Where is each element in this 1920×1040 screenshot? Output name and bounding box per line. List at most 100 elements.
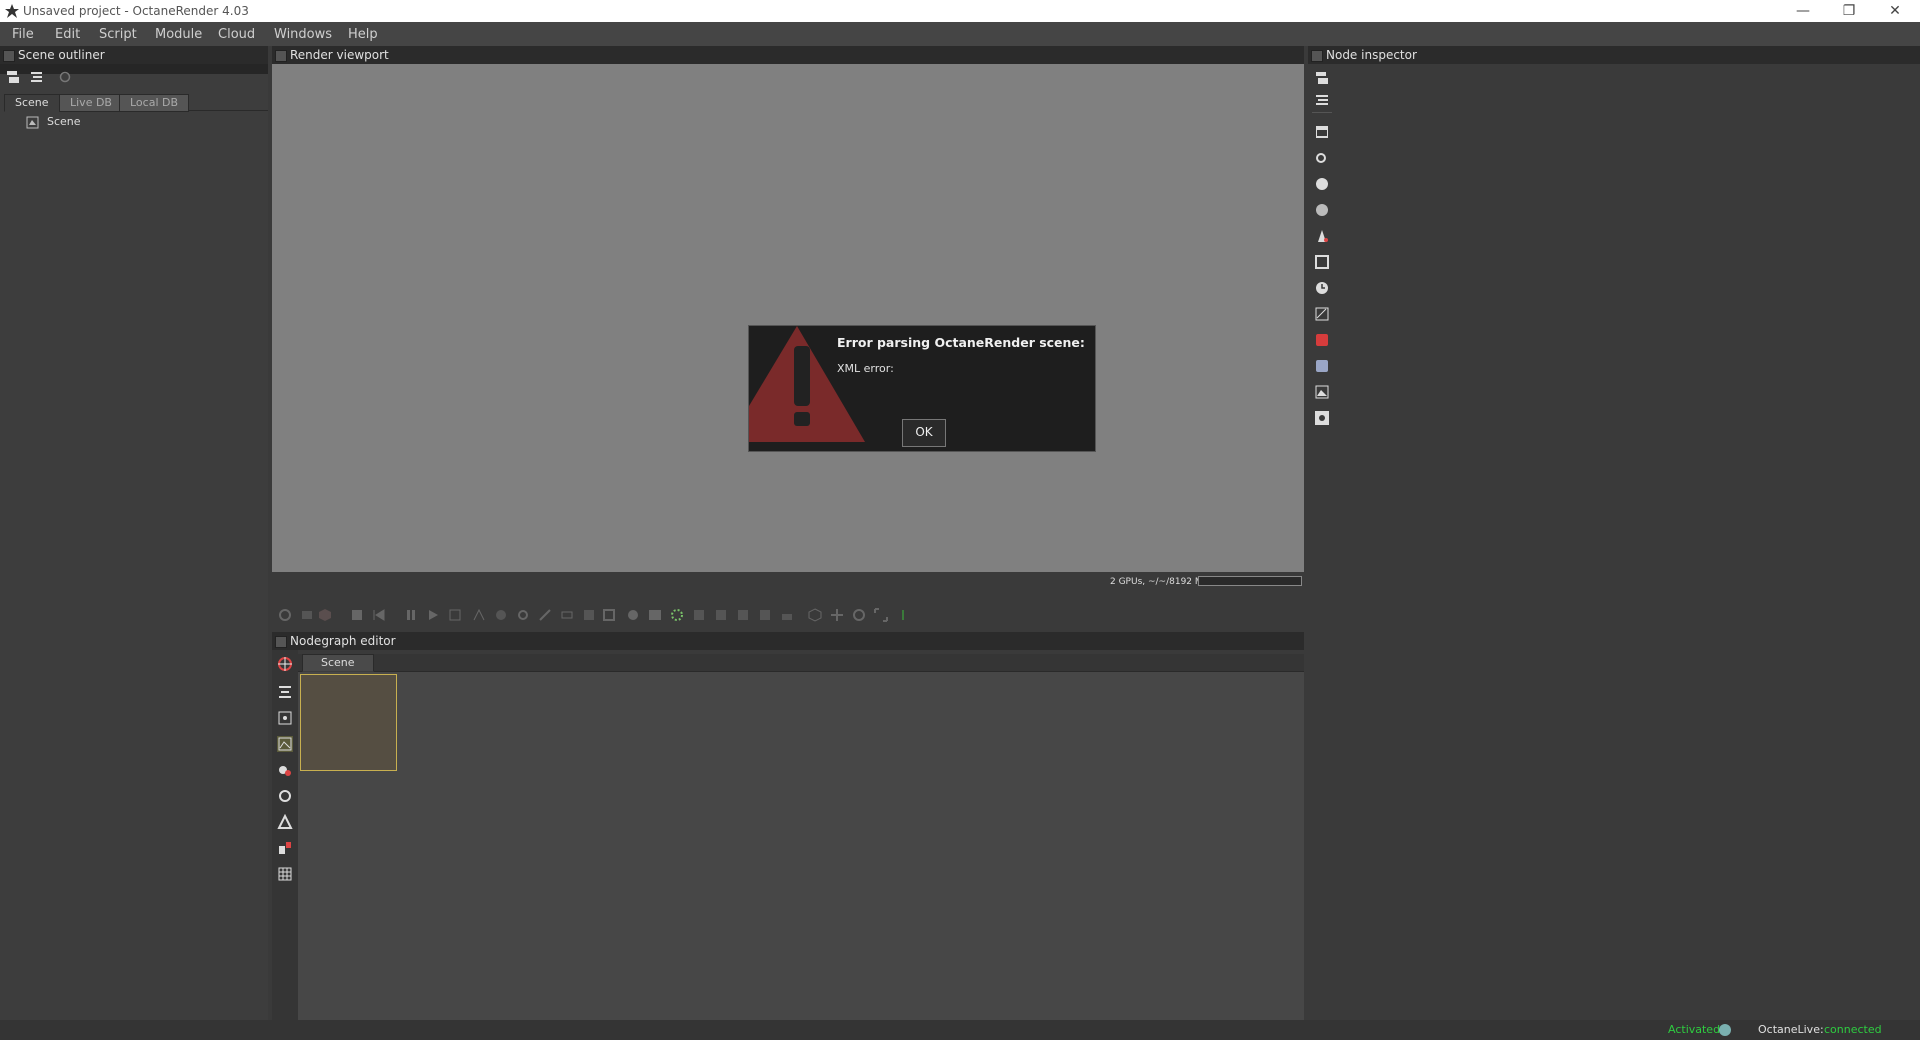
panel-toggle-icon[interactable] [275,50,287,62]
restore-icon[interactable]: ❐ [1826,0,1872,22]
scene-outliner-panel: Scene outliner Scene Live DB Local DB Sc… [0,46,268,1020]
minimize-icon[interactable]: — [1780,0,1826,22]
ok-button[interactable]: OK [902,419,946,447]
nodegraph-tab-scene[interactable]: Scene [302,654,374,672]
close-icon[interactable]: ✕ [1872,0,1918,22]
sub-sampling-icon[interactable] [648,608,662,622]
recenter-icon[interactable] [277,656,293,672]
title-bar: Unsaved project - OctaneRender 4.03 — ❐ … [0,0,1920,22]
geometry-node-icon[interactable] [277,788,293,804]
render-canvas[interactable] [272,64,1304,572]
expand-icon[interactable] [1314,70,1330,86]
geometry-icon[interactable] [1314,358,1330,374]
object-picker-icon[interactable] [538,608,552,622]
nodegraph-header: Nodegraph editor [272,632,1304,650]
nodegraph-tabs: Scene [298,654,1304,672]
nodegraph-title: Nodegraph editor [290,634,396,648]
copy-to-clipboard-icon[interactable] [692,608,706,622]
light-icon[interactable] [1314,410,1330,426]
arrange-nodes-icon[interactable] [277,684,293,700]
menu-edit[interactable]: Edit [55,27,80,42]
tab-live-db[interactable]: Live DB [59,94,123,112]
mesh-icon[interactable] [1314,332,1330,348]
octanelive-status: connected [1824,1023,1882,1036]
animation-settings-icon[interactable] [1314,280,1330,296]
gizmo-icon[interactable] [808,608,822,622]
background-image-icon[interactable] [758,608,772,622]
lock-viewport-icon[interactable] [582,608,596,622]
status-bar: Activated OctaneLive: connected [0,1020,1920,1040]
menu-file[interactable]: File [12,27,34,42]
globe-icon [1719,1024,1731,1036]
node-inspector-panel: Node inspector [1308,46,1920,1020]
scale-icon[interactable] [874,608,888,622]
camera-icon[interactable] [1314,150,1330,166]
camera-target-icon[interactable] [560,608,574,622]
decal-wireframe-icon[interactable] [670,608,684,622]
render-viewport-header: Render viewport [272,46,1304,64]
play-icon[interactable] [426,608,440,622]
visible-environment-icon[interactable] [1314,202,1330,218]
texture-node-icon[interactable] [277,814,293,830]
white-balance-icon[interactable] [494,608,508,622]
cube-icon[interactable] [318,608,332,622]
render-target-icon[interactable] [1314,124,1330,140]
region-render-icon[interactable] [448,608,462,622]
settings-icon[interactable] [278,608,292,622]
menu-windows[interactable]: Windows [274,27,332,42]
viewport-resolution-icon[interactable] [626,608,640,622]
pause-icon[interactable] [404,608,418,622]
stop-icon[interactable] [350,608,364,622]
menu-script[interactable]: Script [99,27,137,42]
material-picker-icon[interactable] [516,608,530,622]
nodegraph-canvas[interactable] [298,672,1304,1020]
move-icon[interactable] [830,608,844,622]
tree-item-scene[interactable]: Scene [26,115,226,131]
error-dialog: Error parsing OctaneRender scene: XML er… [748,325,1096,452]
panel-toggle-icon[interactable] [1311,50,1323,62]
world-coordinate-icon[interactable] [896,608,910,622]
environment-icon[interactable] [1314,176,1330,192]
imager-icon[interactable] [1314,228,1330,244]
effect-node-icon[interactable] [277,840,293,856]
gpu-status: 2 GPUs, ~/~/8192 MB [1110,577,1209,587]
layers-icon[interactable] [300,608,314,622]
render-toolbar [272,600,1304,630]
kernel-icon[interactable] [1314,254,1330,270]
collapse-all-icon[interactable] [30,70,44,84]
save-render-icon[interactable] [714,608,728,622]
fit-nodes-icon[interactable] [277,710,293,726]
focus-picker-icon[interactable] [472,608,486,622]
expand-all-icon[interactable] [6,70,20,84]
gpu-memory-bar [1198,576,1302,586]
tab-local-db[interactable]: Local DB [119,94,190,112]
dialog-title: Error parsing OctaneRender scene: [837,335,1085,350]
menu-bar: File Edit Script Module Cloud Windows He… [0,22,1920,46]
menu-module[interactable]: Module [155,27,202,42]
clay-render-icon[interactable] [602,608,616,622]
nodegraph-toolbar [272,650,298,1020]
rewind-icon[interactable] [372,608,386,622]
collapse-icon[interactable] [1314,92,1330,108]
panel-toggle-icon[interactable] [275,636,287,648]
menu-cloud[interactable]: Cloud [218,27,255,42]
menu-help[interactable]: Help [348,27,378,42]
refresh-icon[interactable] [58,70,72,84]
rotate-icon[interactable] [852,608,866,622]
render-viewport-title: Render viewport [290,48,389,62]
tab-scene[interactable]: Scene [4,94,60,112]
scene-outliner-title: Scene outliner [18,48,105,62]
lock-resolution-icon[interactable] [780,608,794,622]
grid-node-icon[interactable] [277,866,293,882]
octanelive-label: OctaneLive: [1758,1023,1824,1036]
film-settings-icon[interactable] [1314,306,1330,322]
node-inspector-title: Node inspector [1326,48,1417,62]
material-node-icon[interactable] [277,762,293,778]
window-title: Unsaved project - OctaneRender 4.03 [23,4,249,18]
image-node-icon[interactable] [277,736,293,752]
panel-toggle-icon[interactable] [3,50,15,62]
octane-logo-icon [5,4,19,18]
scene-graph-node[interactable] [300,674,397,771]
export-passes-icon[interactable] [736,608,750,622]
texture-icon[interactable] [1314,384,1330,400]
